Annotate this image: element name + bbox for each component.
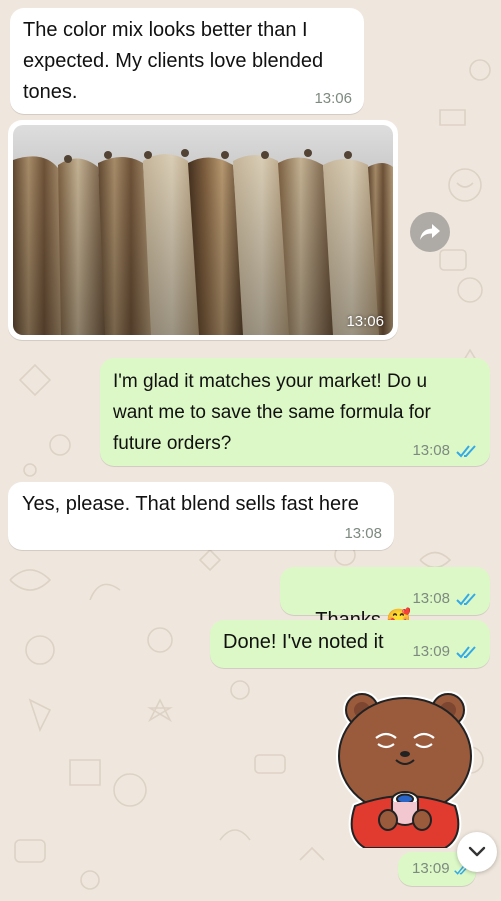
incoming-message-bubble[interactable]: Yes, please. That blend sells fast here … <box>8 482 394 550</box>
chevron-down-icon <box>468 846 486 857</box>
message-time: 13:08 <box>344 525 382 542</box>
message-text: Done! I've noted it <box>223 631 384 653</box>
hair-extension-bundles-photo[interactable] <box>13 125 393 335</box>
message-time: 13:06 <box>314 90 352 107</box>
message-time: 13:08 <box>412 442 450 459</box>
message-time: 13:09 <box>412 643 450 660</box>
forward-button[interactable] <box>410 212 450 252</box>
double-check-icon <box>456 593 476 606</box>
outgoing-message-bubble[interactable]: Done! I've noted it 13:09 <box>210 620 490 668</box>
message-time: 13:09 <box>412 860 450 877</box>
message-text: Yes, please. That blend sells fast here <box>22 493 359 515</box>
outgoing-message-bubble[interactable]: Thanks 🥰 13:08 <box>280 567 490 631</box>
double-check-icon <box>456 646 476 659</box>
scroll-down-button[interactable] <box>457 832 497 872</box>
message-text: I'm glad it matches your market! Do u wa… <box>113 371 431 454</box>
image-time: 13:06 <box>346 313 384 330</box>
forward-icon <box>420 224 440 240</box>
double-check-icon <box>456 445 476 458</box>
message-text: The color mix looks better than I expect… <box>23 19 324 103</box>
outgoing-message-bubble[interactable]: I'm glad it matches your market! Do u wa… <box>100 358 490 466</box>
bear-drinking-coffee-sticker[interactable] <box>330 688 480 851</box>
incoming-message-bubble[interactable]: The color mix looks better than I expect… <box>10 8 364 114</box>
message-time: 13:08 <box>412 590 450 607</box>
incoming-image-bubble[interactable]: 13:06 <box>8 120 398 340</box>
